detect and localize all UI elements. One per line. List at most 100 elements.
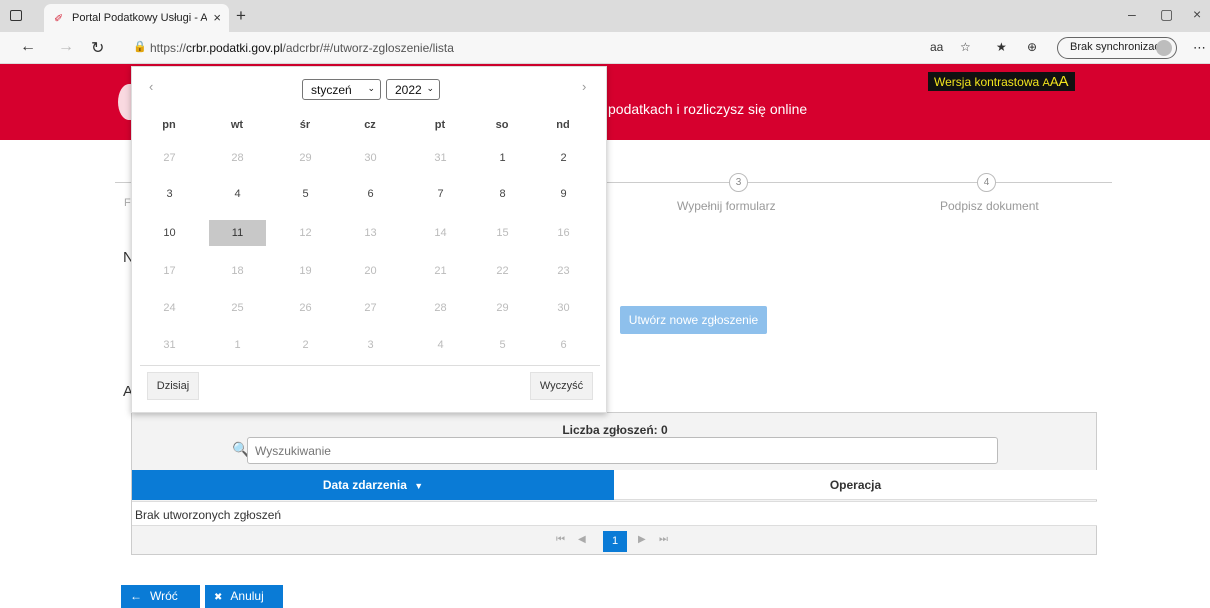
forward-icon[interactable]: →	[58, 38, 74, 56]
back-button-label: Wróć	[150, 589, 178, 603]
month-select[interactable]: styczeń ⌄	[302, 79, 381, 100]
step-3-label: Wypełnij formularz	[677, 199, 776, 213]
calendar-day[interactable]: 30	[535, 295, 592, 321]
calendar-day[interactable]: 20	[342, 258, 399, 284]
calendar-day[interactable]: 9	[535, 181, 592, 207]
stepper-line	[996, 182, 1112, 183]
calendar-day[interactable]: 1	[209, 332, 266, 358]
next-page-icon[interactable]: ▶	[638, 534, 646, 545]
step-3-circle: 3	[729, 173, 748, 192]
url-path: /adcrbr/#/utworz-zgloszenie/lista	[282, 41, 454, 55]
calendar-day[interactable]: 18	[209, 258, 266, 284]
font-size-large[interactable]: A	[1059, 73, 1069, 90]
calendar-day[interactable]: 27	[141, 145, 198, 171]
collections-icon[interactable]: ⊕	[1027, 40, 1037, 54]
more-menu-icon[interactable]: ⋯	[1193, 40, 1206, 56]
calendar-day[interactable]: 5	[474, 332, 531, 358]
calendar-day[interactable]: 10	[141, 220, 198, 246]
weekday-label: śr	[299, 119, 311, 131]
calendar-day[interactable]: 3	[141, 181, 198, 207]
calendar-day[interactable]: 12	[277, 220, 334, 246]
calendar-day[interactable]: 28	[412, 295, 469, 321]
calendar-day[interactable]: 21	[412, 258, 469, 284]
previous-month-icon[interactable]: ‹	[149, 79, 153, 94]
tab-close-icon[interactable]: ×	[213, 10, 221, 25]
calendar-day[interactable]: 2	[535, 145, 592, 171]
year-select[interactable]: 2022 ⌄	[386, 79, 440, 100]
pagination-current-page[interactable]: 1	[603, 531, 627, 552]
calendar-day[interactable]: 17	[141, 258, 198, 284]
favorites-icon[interactable]: ★	[996, 40, 1007, 54]
report-count: Liczba zgłoszeń: 0	[562, 423, 668, 437]
tab-title: Portal Podatkowy Usługi - ADCR	[72, 12, 207, 24]
cancel-button[interactable]: ✖ Anuluj	[205, 585, 283, 608]
calendar-day[interactable]: 24	[141, 295, 198, 321]
first-page-icon[interactable]: ⏮	[556, 534, 565, 545]
lock-icon[interactable]: 🔒	[133, 40, 147, 53]
profile-avatar-icon	[1156, 40, 1172, 56]
new-tab-icon[interactable]: +	[236, 6, 246, 26]
calendar-day[interactable]: 7	[412, 181, 469, 207]
calendar-day[interactable]: 23	[535, 258, 592, 284]
add-favorite-icon[interactable]: ☆	[960, 40, 971, 54]
calendar-day[interactable]: 4	[412, 332, 469, 358]
reload-icon[interactable]: ↻	[91, 38, 104, 58]
calendar-day[interactable]: 19	[277, 258, 334, 284]
font-size-medium[interactable]: A	[1050, 74, 1059, 89]
calendar-day[interactable]: 6	[342, 181, 399, 207]
maximize-icon[interactable]: ▢	[1160, 6, 1173, 23]
calendar-day[interactable]: 22	[474, 258, 531, 284]
contrast-bar: Wersja kontrastowa AAA	[928, 72, 1075, 91]
browser-tab[interactable]: ✐ Portal Podatkowy Usługi - ADCR ×	[44, 4, 229, 32]
calendar-day[interactable]: 16	[535, 220, 592, 246]
clear-button[interactable]: Wyczyść	[530, 372, 593, 400]
read-aloud-icon[interactable]: aа	[930, 40, 943, 54]
step-1-label-fragment: F	[124, 197, 131, 209]
site-favicon-icon: ✐	[54, 13, 64, 25]
calendar-day[interactable]: 13	[342, 220, 399, 246]
back-icon[interactable]: ←	[20, 38, 36, 56]
url-prefix: https://	[150, 41, 187, 55]
empty-table-message: Brak utworzonych zgłoszeń	[132, 501, 1097, 526]
calendar-day[interactable]: 2	[277, 332, 334, 358]
next-month-icon[interactable]: ›	[582, 79, 586, 94]
calendar-day[interactable]: 30	[342, 145, 399, 171]
search-input[interactable]	[247, 437, 998, 464]
calendar-day[interactable]: 25	[209, 295, 266, 321]
previous-page-icon[interactable]: ◀	[578, 534, 586, 545]
calendar-day[interactable]: 14	[412, 220, 469, 246]
font-size-small[interactable]: A	[1043, 77, 1050, 89]
calendar-day[interactable]: 3	[342, 332, 399, 358]
contrast-toggle[interactable]: Wersja kontrastowa	[934, 75, 1039, 89]
today-button[interactable]: Dzisiaj	[147, 372, 199, 400]
calendar-day-selected[interactable]: 11	[209, 220, 266, 246]
column-header-event-date[interactable]: Data zdarzenia ▼	[132, 470, 614, 500]
sync-button[interactable]: Brak synchronizacji	[1057, 37, 1177, 59]
last-page-icon[interactable]: ⏭	[659, 534, 668, 545]
calendar-day[interactable]: 4	[209, 181, 266, 207]
minimize-icon[interactable]: –	[1128, 6, 1136, 22]
calendar-day[interactable]: 27	[342, 295, 399, 321]
calendar-day[interactable]: 6	[535, 332, 592, 358]
url-field[interactable]: https://crbr.podatki.gov.pl/adcrbr/#/utw…	[150, 41, 454, 55]
calendar-day[interactable]: 8	[474, 181, 531, 207]
tab-actions-icon[interactable]	[10, 10, 22, 21]
month-value: styczeń	[311, 83, 352, 97]
calendar-day[interactable]: 29	[277, 145, 334, 171]
weekday-label: nd	[556, 119, 570, 131]
sort-descending-icon: ▼	[414, 481, 424, 491]
calendar-day[interactable]: 31	[412, 145, 469, 171]
calendar-day[interactable]: 5	[277, 181, 334, 207]
column-header-operation: Operacja	[614, 470, 1097, 500]
window-close-icon[interactable]: ×	[1193, 6, 1201, 22]
calendar-day[interactable]: 31	[141, 332, 198, 358]
calendar-day[interactable]: 29	[474, 295, 531, 321]
back-button[interactable]: ← Wróć	[121, 585, 200, 608]
step-4-circle: 4	[977, 173, 996, 192]
calendar-day[interactable]: 26	[277, 295, 334, 321]
calendar-day[interactable]: 1	[474, 145, 531, 171]
create-report-button[interactable]: Utwórz nowe zgłoszenie	[620, 306, 767, 334]
calendar-day[interactable]: 28	[209, 145, 266, 171]
calendar-day[interactable]: 15	[474, 220, 531, 246]
weekday-label: pt	[434, 119, 446, 131]
